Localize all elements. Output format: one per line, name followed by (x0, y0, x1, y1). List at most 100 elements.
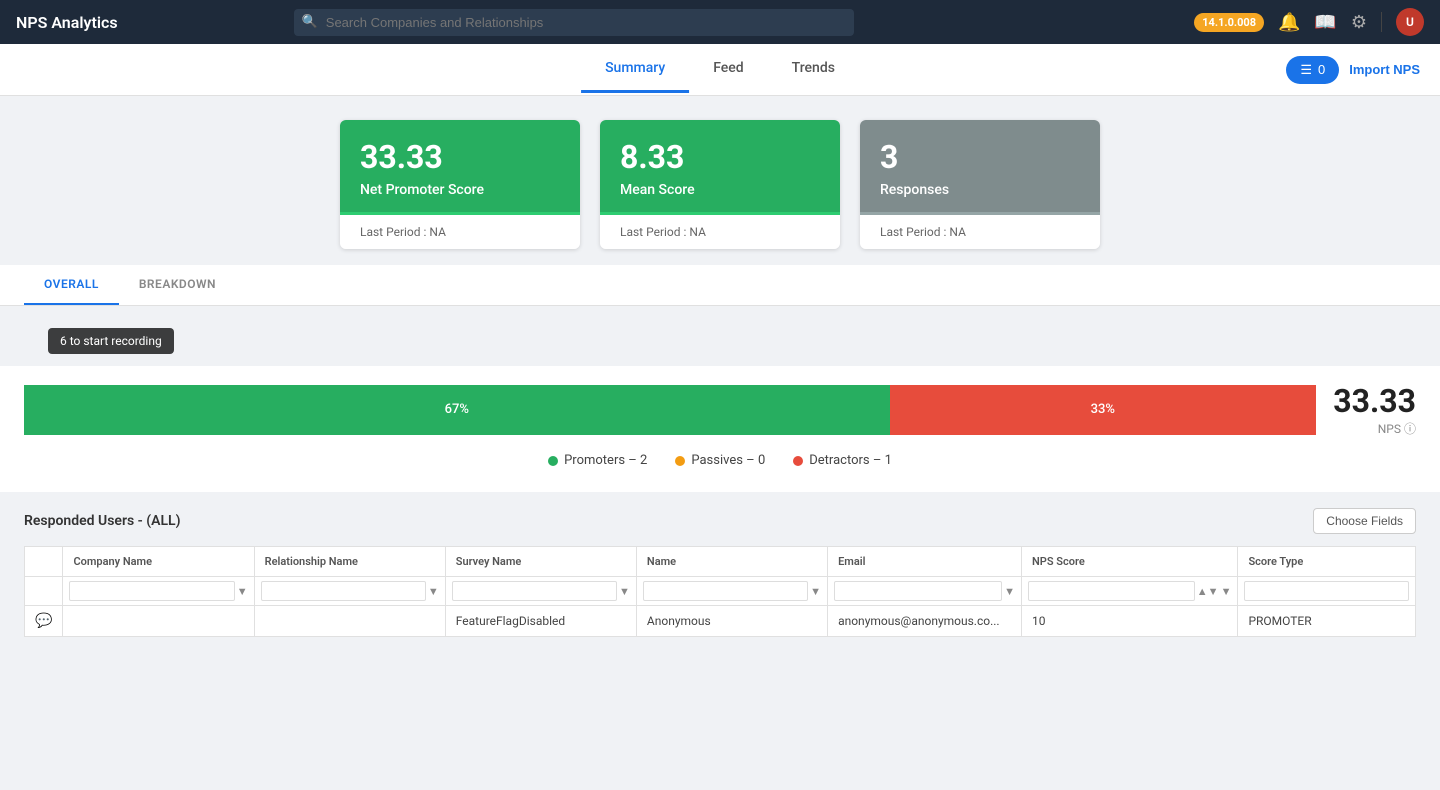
metric-top-nps: 33.33 Net Promoter Score (340, 120, 580, 212)
filter-name: ▼ (636, 577, 827, 606)
filter-survey-icon[interactable]: ▼ (619, 585, 630, 598)
choose-fields-button[interactable]: Choose Fields (1313, 508, 1416, 534)
metric-card-mean: 8.33 Mean Score Last Period : NA (600, 120, 840, 249)
green-pct-label: 67% (445, 402, 469, 417)
filter-score-type (1238, 577, 1416, 606)
metric-mean-value: 8.33 (620, 138, 820, 176)
search-input[interactable] (294, 9, 854, 36)
search-icon: 🔍 (302, 15, 318, 30)
filter-relationship: ▼ (254, 577, 445, 606)
row-company (63, 606, 254, 637)
filter-email-icon[interactable]: ▼ (1004, 585, 1015, 598)
col-email: Email (828, 547, 1022, 577)
filter-company-input[interactable] (69, 581, 234, 601)
metric-responses-label: Responses (880, 182, 1080, 198)
tabs-center: Summary Feed Trends (581, 46, 859, 93)
filter-relationship-icon[interactable]: ▼ (428, 585, 439, 598)
nps-score-container: 33.33 NPS ⓘ (1326, 382, 1416, 437)
table-header: Company Name Relationship Name Survey Na… (25, 547, 1416, 577)
detractors-label: Detractors – 1 (809, 453, 892, 468)
filter-nps-icon2[interactable]: ▼ (1221, 585, 1232, 598)
nav-right: 14.1.0.008 🔔 📖 ⚙ U (1194, 8, 1424, 36)
chat-icon[interactable]: 💬 (35, 613, 52, 629)
filter-survey: ▼ (445, 577, 636, 606)
metric-top-mean: 8.33 Mean Score (600, 120, 840, 212)
filter-email-input[interactable] (834, 581, 1002, 601)
filter-row: ▼ ▼ ▼ (25, 577, 1416, 606)
nps-bar: 67% 33% (24, 385, 1316, 435)
row-survey: FeatureFlagDisabled (445, 606, 636, 637)
legend-detractors: Detractors – 1 (793, 453, 892, 468)
recording-hint: 6 to start recording (48, 328, 174, 354)
bell-icon[interactable]: 🔔 (1278, 12, 1300, 33)
data-table: Company Name Relationship Name Survey Na… (24, 546, 1416, 637)
metrics-row: 33.33 Net Promoter Score Last Period : N… (0, 96, 1440, 265)
filter-name-input[interactable] (643, 581, 808, 601)
settings-icon[interactable]: ⚙ (1351, 12, 1367, 33)
seg-tab-breakdown[interactable]: BREAKDOWN (119, 265, 236, 305)
metric-top-responses: 3 Responses (860, 120, 1100, 212)
seg-tab-overall[interactable]: OVERALL (24, 265, 119, 305)
metric-card-nps: 33.33 Net Promoter Score Last Period : N… (340, 120, 580, 249)
chart-section: 67% 33% 33.33 NPS ⓘ Promoters – 2 (0, 366, 1440, 492)
table-section: Responded Users - (ALL) Choose Fields Co… (0, 492, 1440, 653)
nps-score-value: 10 (1032, 614, 1046, 628)
version-badge: 14.1.0.008 (1194, 13, 1264, 32)
row-name: Anonymous (636, 606, 827, 637)
nps-label: NPS (1378, 422, 1401, 436)
col-survey: Survey Name (445, 547, 636, 577)
count-value: 0 (1318, 62, 1325, 77)
metric-mean-label: Mean Score (620, 182, 820, 198)
metric-card-responses: 3 Responses Last Period : NA (860, 120, 1100, 249)
row-nps-score: 10 (1022, 606, 1238, 637)
top-nav: NPS Analytics 🔍 14.1.0.008 🔔 📖 ⚙ U (0, 0, 1440, 44)
tab-trends[interactable]: Trends (768, 46, 859, 93)
table-row: 💬 FeatureFlagDisabled Anonymous anonymou… (25, 606, 1416, 637)
filter-icon-cell (25, 577, 63, 606)
detractors-dot (793, 456, 803, 466)
nps-score-sub: NPS ⓘ (1326, 420, 1416, 437)
avatar[interactable]: U (1396, 8, 1424, 36)
metric-responses-value: 3 (880, 138, 1080, 176)
filter-company-icon[interactable]: ▼ (237, 585, 248, 598)
tab-bar: Summary Feed Trends ☰ 0 Import NPS (0, 44, 1440, 96)
chart-legend: Promoters – 2 Passives – 0 Detractors – … (24, 453, 1416, 468)
list-icon: ☰ (1300, 62, 1312, 78)
col-name: Name (636, 547, 827, 577)
tab-feed[interactable]: Feed (689, 46, 767, 93)
count-button[interactable]: ☰ 0 (1286, 56, 1339, 84)
filter-score-type-input[interactable] (1244, 581, 1409, 601)
table-title: Responded Users - (ALL) (24, 513, 181, 529)
red-pct-label: 33% (1091, 402, 1115, 417)
search-bar: 🔍 (294, 9, 854, 36)
filter-nps-icon[interactable]: ▲▼ (1197, 585, 1219, 598)
segment-tabs: OVERALL BREAKDOWN (0, 265, 1440, 306)
row-relationship (254, 606, 445, 637)
book-icon[interactable]: 📖 (1314, 12, 1336, 33)
col-nps-score: NPS Score (1022, 547, 1238, 577)
passives-dot (675, 456, 685, 466)
legend-passives: Passives – 0 (675, 453, 765, 468)
metric-nps-value: 33.33 (360, 138, 560, 176)
promoters-dot (548, 456, 558, 466)
row-score-type: PROMOTER (1238, 606, 1416, 637)
bar-red: 33% (890, 385, 1316, 435)
filter-nps-score: ▲▼ ▼ (1022, 577, 1238, 606)
filter-survey-input[interactable] (452, 581, 617, 601)
row-chat-icon-cell[interactable]: 💬 (25, 606, 63, 637)
promoters-label: Promoters – 2 (564, 453, 647, 468)
import-nps-button[interactable]: Import NPS (1349, 62, 1420, 77)
filter-name-icon[interactable]: ▼ (810, 585, 821, 598)
metric-mean-bottom: Last Period : NA (600, 212, 840, 249)
col-icon (25, 547, 63, 577)
col-score-type: Score Type (1238, 547, 1416, 577)
filter-nps-input[interactable] (1028, 581, 1195, 601)
tab-summary[interactable]: Summary (581, 46, 689, 93)
metric-responses-bottom: Last Period : NA (860, 212, 1100, 249)
filter-relationship-input[interactable] (261, 581, 426, 601)
legend-promoters: Promoters – 2 (548, 453, 647, 468)
col-company: Company Name (63, 547, 254, 577)
filter-email: ▼ (828, 577, 1022, 606)
bar-green: 67% (24, 385, 890, 435)
app-title: NPS Analytics (16, 13, 118, 32)
